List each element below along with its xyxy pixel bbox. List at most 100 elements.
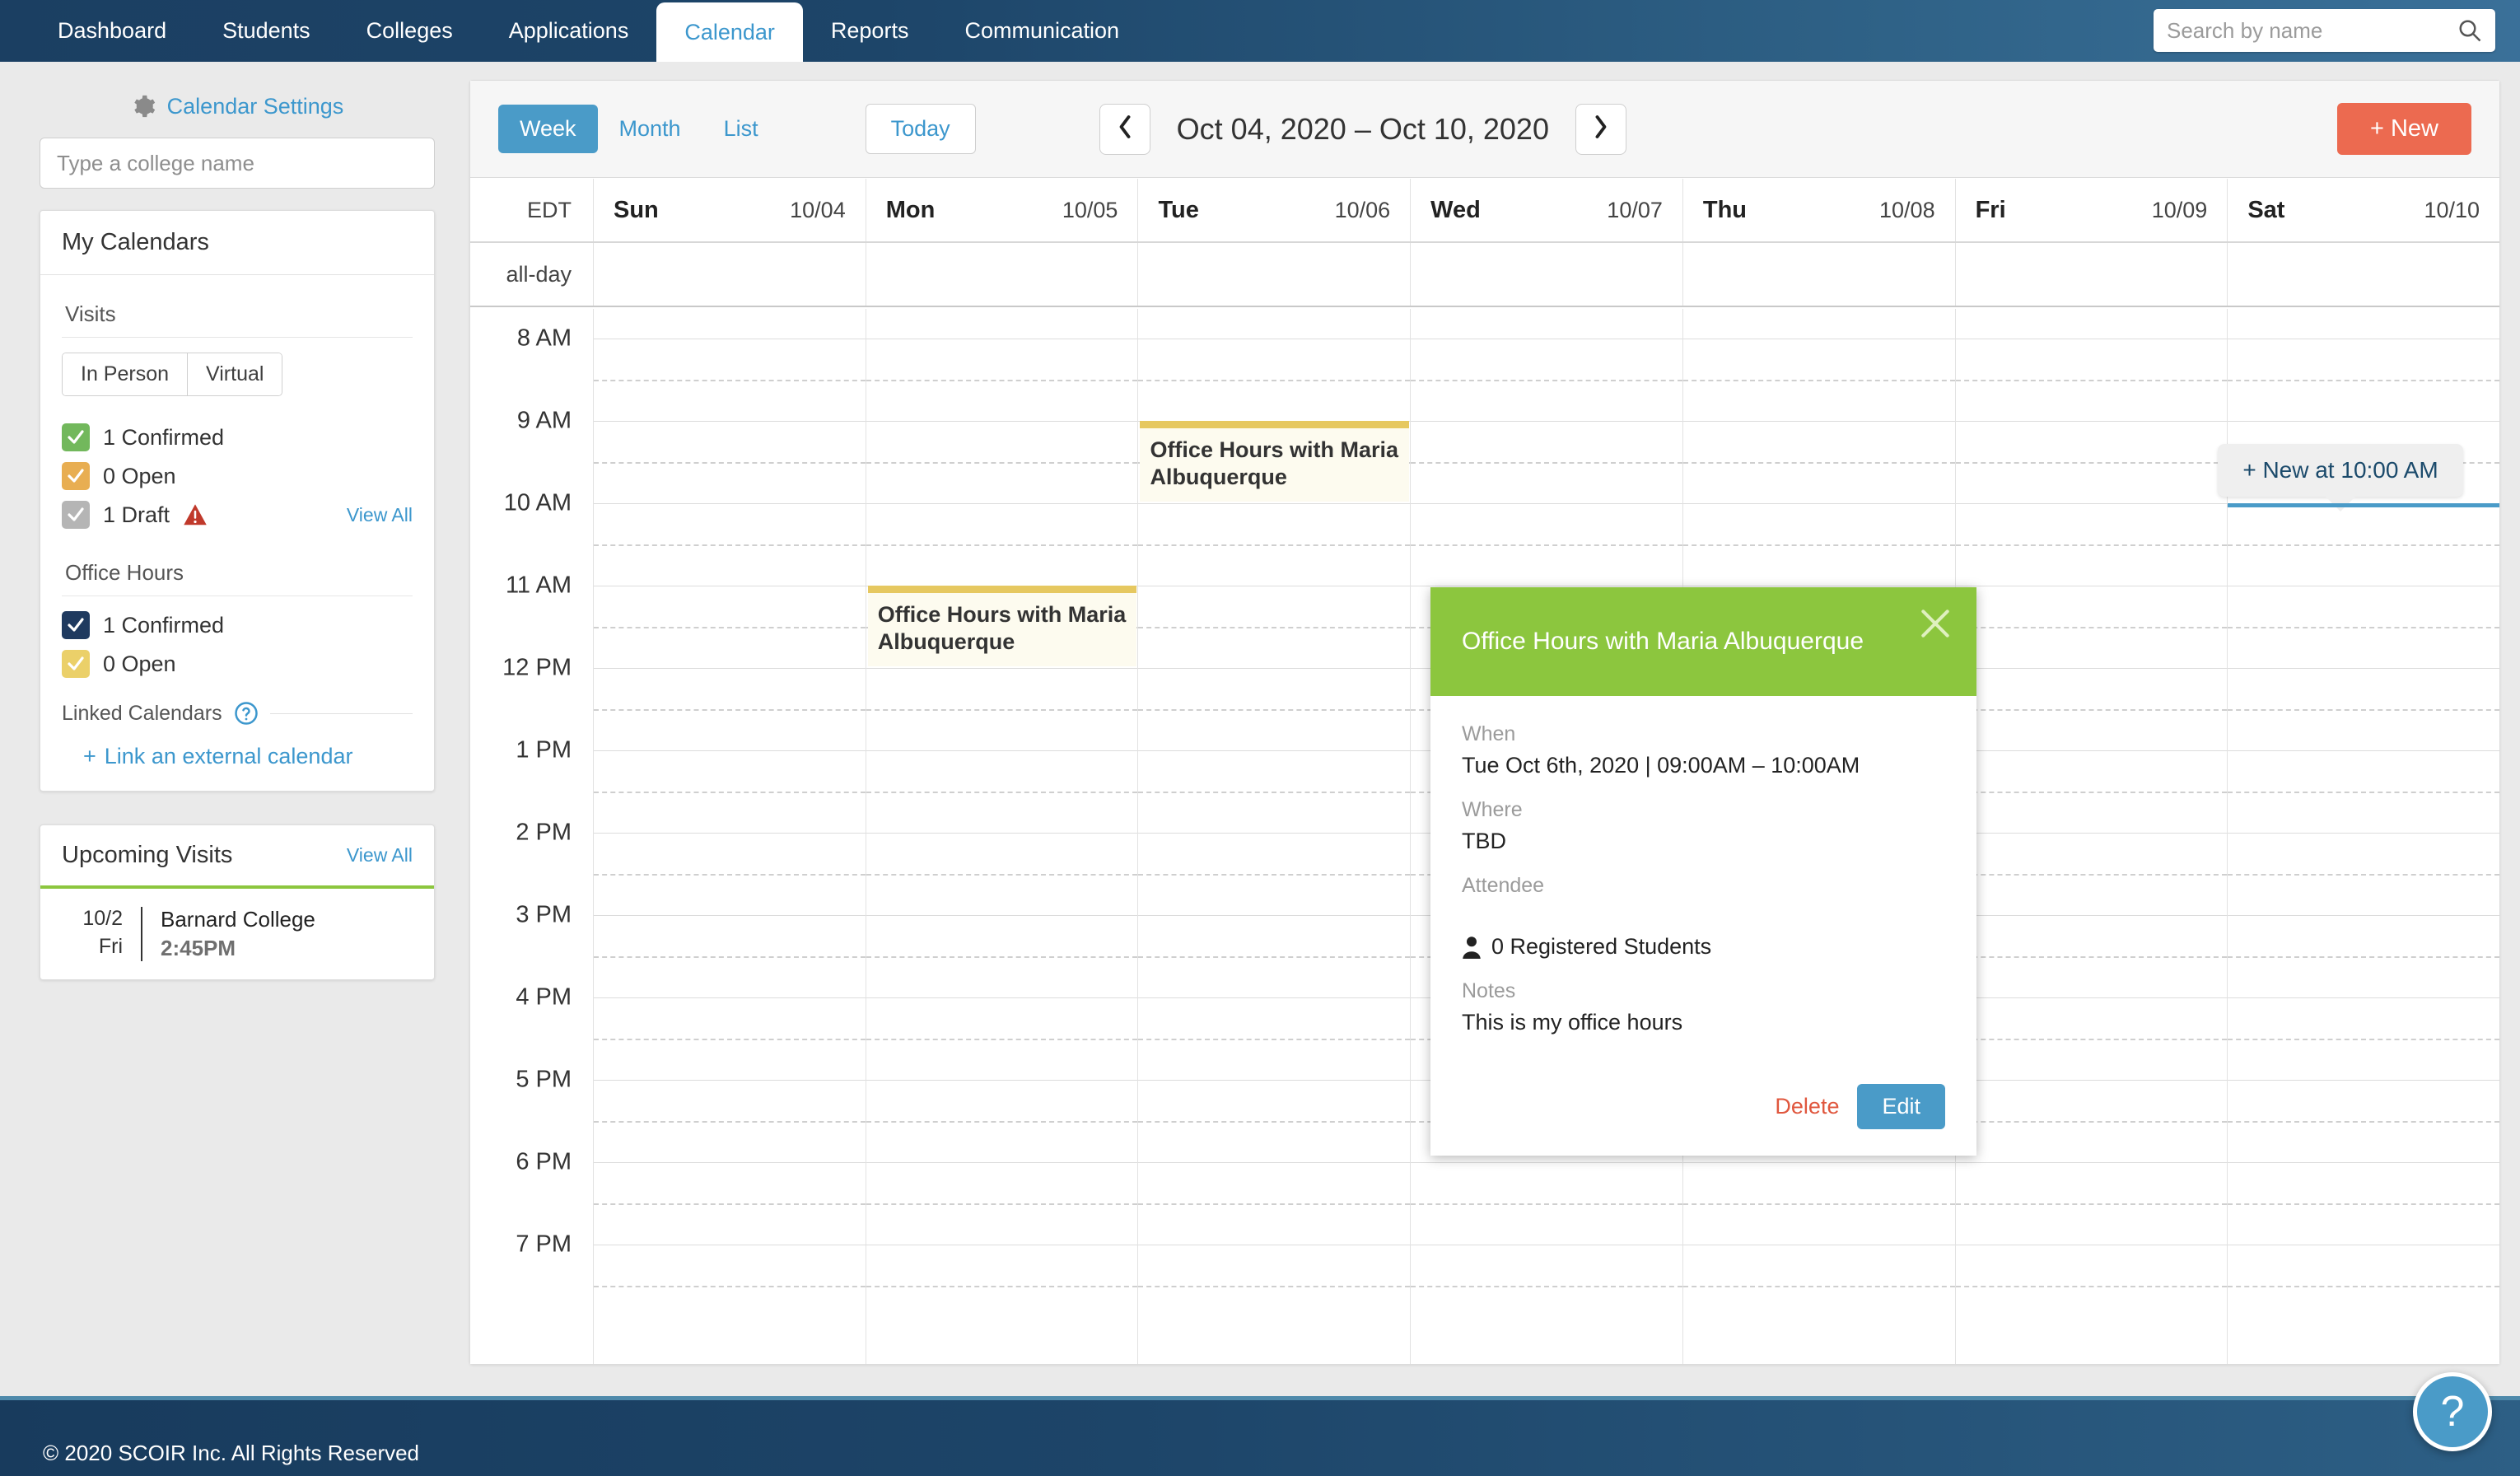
hour-gridline: [866, 915, 1138, 916]
question-circle-icon[interactable]: [234, 701, 259, 726]
nav-item-applications[interactable]: Applications: [481, 0, 657, 62]
checkbox-visits-1[interactable]: [62, 462, 90, 490]
upcoming-view-all-link[interactable]: View All: [347, 844, 413, 866]
nav-item-communication[interactable]: Communication: [936, 0, 1147, 62]
all-day-cell-tue[interactable]: [1138, 243, 1412, 306]
hour-gridline: [2228, 1162, 2499, 1163]
hour-gridline: [1138, 750, 1411, 751]
help-button[interactable]: ?: [2413, 1372, 2492, 1451]
calendar-event[interactable]: Office Hours with Maria Albuquerque: [867, 586, 1137, 666]
delete-button[interactable]: Delete: [1775, 1094, 1839, 1119]
office-hours-group-title: Office Hours: [62, 549, 413, 596]
popover-where-label: Where: [1462, 798, 1523, 821]
college-search-input[interactable]: [40, 138, 435, 189]
filter-row-visits-0[interactable]: 1 Confirmed: [62, 423, 413, 451]
copyright-text: © 2020 SCOIR Inc. All Rights Reserved: [43, 1441, 420, 1465]
upcoming-visits-title: Upcoming Visits: [62, 842, 233, 868]
day-header-mon: Mon 10/05: [866, 179, 1139, 241]
prev-week-button[interactable]: [1099, 103, 1150, 155]
today-button[interactable]: Today: [865, 104, 976, 154]
day-column-tue[interactable]: Office Hours with Maria Albuquerque: [1138, 309, 1412, 1364]
all-day-cell-fri[interactable]: [1956, 243, 2228, 306]
calendar-event[interactable]: Office Hours with Maria Albuquerque: [1140, 421, 1410, 502]
visit-type-segmented-control[interactable]: In Person Virtual: [62, 353, 283, 396]
popover-header: Office Hours with Maria Albuquerque: [1430, 587, 1976, 696]
day-column-mon[interactable]: Office Hours with Maria Albuquerque: [866, 309, 1139, 1364]
half-hour-gridline: [1138, 1286, 1411, 1287]
all-day-cell-thu[interactable]: [1683, 243, 1956, 306]
day-date: 10/08: [1879, 197, 1935, 222]
date-range-label: Oct 04, 2020 – Oct 10, 2020: [1176, 111, 1549, 146]
nav-item-calendar[interactable]: Calendar: [656, 2, 803, 62]
event-detail-popover: Office Hours with Maria Albuquerque When…: [1430, 587, 1976, 1156]
half-hour-gridline: [1955, 1203, 2228, 1205]
tab-month[interactable]: Month: [598, 105, 702, 153]
link-external-calendar-button[interactable]: + Link an external calendar: [62, 744, 413, 769]
day-name: Sat: [2247, 196, 2285, 223]
divider: [141, 907, 142, 962]
hour-gridline: [866, 833, 1138, 834]
upcoming-visit-date: 10/2 Fri: [82, 907, 123, 958]
search-input[interactable]: [2167, 17, 2457, 44]
half-hour-gridline: [594, 1203, 866, 1205]
calendar-settings-link[interactable]: Calendar Settings: [167, 94, 344, 119]
filter-row-visits-2[interactable]: 1 Draft View All: [62, 501, 413, 529]
nav-item-students[interactable]: Students: [194, 0, 338, 62]
top-navigation-bar: Dashboard Students Colleges Applications Cal…: [0, 0, 2520, 62]
half-hour-gridline: [2228, 709, 2499, 711]
warning-triangle-icon[interactable]: [183, 503, 208, 526]
upcoming-visit-item[interactable]: 10/2 Fri Barnard College 2:45PM: [40, 889, 434, 979]
nav-item-colleges[interactable]: Colleges: [338, 0, 481, 62]
checkbox-office-hours-0[interactable]: [62, 611, 90, 639]
checkbox-visits-2[interactable]: [62, 501, 90, 529]
filter-row-office-hours-1[interactable]: 0 Open: [62, 650, 413, 678]
day-date: 10/09: [2151, 197, 2208, 222]
hour-gridline: [2228, 1080, 2499, 1081]
segment-virtual[interactable]: Virtual: [188, 353, 282, 395]
calendar-settings-row[interactable]: Calendar Settings: [40, 75, 435, 138]
close-icon[interactable]: [1917, 605, 1953, 642]
edit-button[interactable]: Edit: [1857, 1084, 1945, 1129]
filter-row-visits-1[interactable]: 0 Open: [62, 462, 413, 490]
all-day-cell-mon[interactable]: [866, 243, 1139, 306]
half-hour-gridline: [1411, 544, 1682, 546]
all-day-cell-sat[interactable]: [2228, 243, 2499, 306]
person-icon: [1462, 936, 1482, 960]
checkbox-office-hours-1[interactable]: [62, 650, 90, 678]
tab-week[interactable]: Week: [498, 105, 598, 153]
tab-list[interactable]: List: [702, 105, 780, 153]
new-event-button[interactable]: + New: [2336, 103, 2471, 155]
visit-filter-list: 1 Confirmed 0 Open 1 Draft View All: [62, 423, 413, 529]
day-header-wed: Wed 10/07: [1411, 179, 1683, 241]
search-box[interactable]: [2154, 9, 2495, 52]
half-hour-gridline: [2228, 1286, 2499, 1287]
popover-where-value: TBD: [1462, 829, 1506, 853]
half-hour-gridline: [866, 544, 1138, 546]
half-hour-gridline: [594, 792, 866, 793]
hour-gridline: [1955, 750, 2228, 751]
half-hour-gridline: [1138, 544, 1411, 546]
segment-in-person[interactable]: In Person: [63, 353, 189, 395]
half-hour-gridline: [866, 792, 1138, 793]
new-event-slot-bubble[interactable]: + New at 10:00 AM: [2218, 444, 2463, 511]
half-hour-gridline: [2228, 1203, 2499, 1205]
all-day-cell-wed[interactable]: [1411, 243, 1683, 306]
nav-item-dashboard[interactable]: Dashboard: [30, 0, 194, 62]
day-column-sun[interactable]: [594, 309, 866, 1364]
day-name: Fri: [1975, 196, 2006, 223]
day-column-sat[interactable]: + New at 10:00 AM: [2218, 309, 2499, 1364]
popover-attendee-label: Attendee: [1462, 874, 1545, 897]
filter-row-office-hours-0[interactable]: 1 Confirmed: [62, 611, 413, 639]
time-label: 10 AM: [503, 489, 572, 516]
hour-gridline: [1955, 833, 2228, 834]
checkbox-visits-0[interactable]: [62, 423, 90, 451]
search-icon: [2457, 18, 2482, 43]
day-header-row: EDT Sun 10/04 Mon 10/05 Tue 10/06 Wed 10/07 Thu 1…: [470, 179, 2499, 243]
calendar-toolbar: Week Month List Today Oct 04, 2020 – Oct…: [470, 81, 2499, 178]
all-day-cell-sun[interactable]: [594, 243, 866, 306]
day-column-fri[interactable]: [1955, 309, 2228, 1364]
nav-item-reports[interactable]: Reports: [803, 0, 937, 62]
next-week-button[interactable]: [1575, 103, 1626, 155]
half-hour-gridline: [1411, 380, 1682, 381]
visits-view-all-link[interactable]: View All: [347, 504, 413, 526]
